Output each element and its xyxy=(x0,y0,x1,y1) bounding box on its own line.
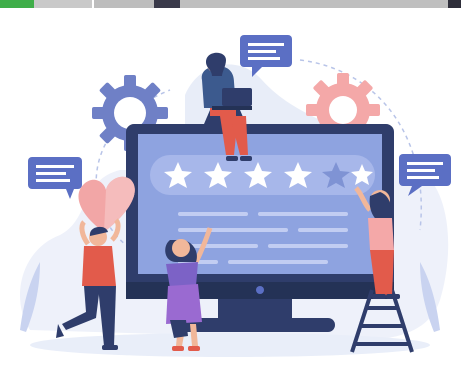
illustration xyxy=(0,0,461,372)
speech-bubble-icon xyxy=(28,157,82,199)
feedback-illustration xyxy=(20,35,451,357)
